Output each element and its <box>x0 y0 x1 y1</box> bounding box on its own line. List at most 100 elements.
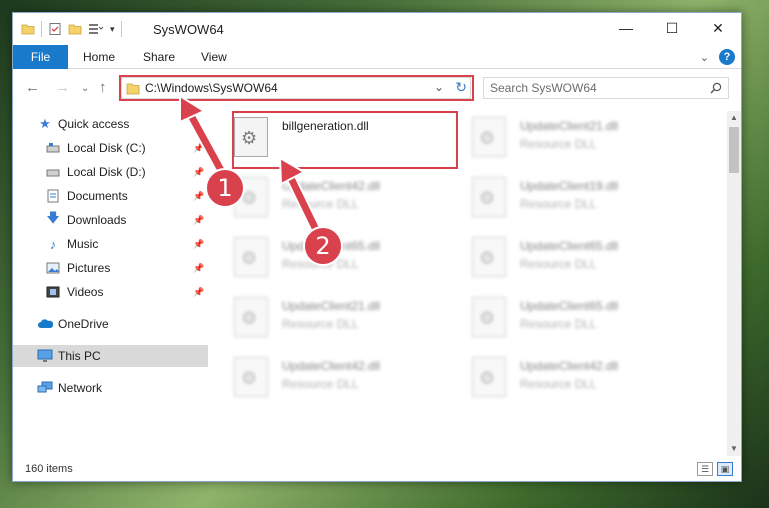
dll-file-icon: ⚙ <box>472 297 506 337</box>
tab-view[interactable]: View <box>201 45 227 69</box>
close-button[interactable]: ✕ <box>695 13 741 43</box>
forward-icon[interactable]: → <box>55 79 70 96</box>
sidebar-item-videos[interactable]: Videos 📌 <box>13 281 208 303</box>
details-view-icon[interactable]: ☰ <box>697 462 713 476</box>
sidebar-item-network[interactable]: Network <box>13 377 208 399</box>
new-folder-icon[interactable] <box>68 22 82 36</box>
sidebar-item-label: Quick access <box>58 117 130 131</box>
file-type: Resource DLL <box>520 137 597 151</box>
file-type: Resource DLL <box>520 257 597 271</box>
dll-file-icon: ⚙ <box>472 357 506 397</box>
navigation-bar: ← → ⌄ ↑ C:\Windows\SysWOW64 ⌄ ↻ Search S… <box>13 75 741 103</box>
sidebar-item-downloads[interactable]: 🡇 Downloads 📌 <box>13 209 208 231</box>
vertical-scrollbar[interactable]: ▲ ▼ <box>727 111 741 456</box>
ribbon-tabs: File Home Share View ⌄ ? <box>13 45 741 69</box>
ribbon-expand-icon[interactable]: ⌄ <box>700 51 709 64</box>
drive-icon <box>45 164 61 180</box>
star-icon: ★ <box>39 116 51 131</box>
pin-icon[interactable]: 📌 <box>193 239 204 250</box>
file-tile[interactable]: ⚙ UpdateClient21.dll Resource DLL <box>218 293 453 349</box>
address-highlight-box <box>119 75 474 101</box>
network-icon <box>37 380 53 396</box>
sidebar-item-label: Downloads <box>67 213 127 227</box>
sidebar-item-label: Pictures <box>67 261 111 275</box>
file-tile[interactable]: ⚙ UpdateClient42.dll Resource DLL <box>218 173 453 229</box>
file-highlight-box <box>232 111 458 169</box>
pin-icon[interactable]: 📌 <box>193 143 204 154</box>
customize-icon[interactable] <box>88 22 104 36</box>
file-type: Resource DLL <box>520 377 597 391</box>
file-tile[interactable]: ⚙ UpdateClient65.dll Resource DLL <box>456 233 691 289</box>
step-2-badge: 2 <box>303 226 343 266</box>
sidebar-item-pictures[interactable]: Pictures 📌 <box>13 257 208 279</box>
dll-file-icon: ⚙ <box>234 237 268 277</box>
pin-icon[interactable]: 📌 <box>193 263 204 274</box>
file-type: Resource DLL <box>282 197 359 211</box>
tab-file[interactable]: File <box>13 45 68 69</box>
navigation-pane: ★ Quick access Local Disk (C:) 📌 Local D… <box>13 111 208 456</box>
sidebar-item-label: This PC <box>58 349 101 363</box>
back-icon[interactable]: ← <box>25 79 40 96</box>
sidebar-item-label: OneDrive <box>58 317 109 331</box>
properties-icon[interactable] <box>48 22 62 36</box>
search-placeholder: Search SysWOW64 <box>490 81 597 95</box>
sidebar-item-onedrive[interactable]: OneDrive <box>13 313 208 335</box>
videos-icon <box>45 284 61 300</box>
scrollbar-thumb[interactable] <box>729 127 739 173</box>
folder-icon[interactable] <box>21 22 35 36</box>
ribbon-right-controls: ⌄ ? <box>700 49 735 65</box>
toolbar-separator <box>120 21 122 37</box>
pin-icon[interactable]: 📌 <box>193 215 204 226</box>
step-1-badge: 1 <box>205 168 245 208</box>
pin-icon[interactable]: 📌 <box>193 287 204 298</box>
help-icon[interactable]: ? <box>719 49 735 65</box>
sidebar-item-local-disk-d[interactable]: Local Disk (D:) 📌 <box>13 161 208 183</box>
file-type: Resource DLL <box>520 197 597 211</box>
file-tile[interactable]: ⚙ UpdateClient65.dll Resource DLL <box>456 293 691 349</box>
file-tile[interactable]: ⚙ UpdateClient21.dll Resource DLL <box>456 113 691 169</box>
file-name: UpdateClient21.dll <box>282 299 381 313</box>
file-name: UpdateClient42.dll <box>282 359 381 373</box>
recent-locations-icon[interactable]: ⌄ <box>81 83 89 94</box>
large-icons-view-icon[interactable]: ▣ <box>717 462 733 476</box>
sidebar-item-documents[interactable]: Documents 📌 <box>13 185 208 207</box>
file-name: UpdateClient65.dll <box>520 239 619 253</box>
scroll-down-icon[interactable]: ▼ <box>727 442 741 456</box>
file-name: UpdateClient21.dll <box>520 119 619 133</box>
dll-file-icon: ⚙ <box>472 237 506 277</box>
search-icon <box>710 82 722 94</box>
sidebar-item-quick-access[interactable]: ★ Quick access <box>13 113 208 135</box>
sidebar-item-music[interactable]: ♪ Music 📌 <box>13 233 208 255</box>
maximize-button[interactable]: ☐ <box>649 13 695 43</box>
gear-icon: ⚙ <box>241 308 258 328</box>
sidebar-item-this-pc[interactable]: This PC <box>13 345 208 367</box>
file-name: UpdateClient42.dll <box>520 359 619 373</box>
sidebar-item-label: Local Disk (D:) <box>67 165 146 179</box>
view-switcher: ☰ ▣ <box>697 462 733 476</box>
sidebar-item-local-disk-c[interactable]: Local Disk (C:) 📌 <box>13 137 208 159</box>
file-name: UpdateClient19.dll <box>520 179 619 193</box>
pin-icon[interactable]: 📌 <box>193 167 204 178</box>
file-tile[interactable]: ⚙ UpdateClient42.dll Resource DLL <box>218 353 453 409</box>
gear-icon: ⚙ <box>479 308 496 328</box>
search-input[interactable]: Search SysWOW64 <box>483 77 729 99</box>
tab-share[interactable]: Share <box>143 45 175 69</box>
pin-icon[interactable]: 📌 <box>193 191 204 202</box>
drive-icon <box>45 140 61 156</box>
chevron-down-icon[interactable]: ▾ <box>110 24 115 35</box>
gear-icon: ⚙ <box>479 248 496 268</box>
minimize-button[interactable]: — <box>603 13 649 43</box>
tab-home[interactable]: Home <box>83 45 115 69</box>
file-tile[interactable]: ⚙ UpdateClient19.dll Resource DLL <box>456 173 691 229</box>
dll-file-icon: ⚙ <box>472 117 506 157</box>
gear-icon: ⚙ <box>479 188 496 208</box>
scroll-up-icon[interactable]: ▲ <box>727 111 741 125</box>
up-icon[interactable]: ↑ <box>99 79 107 96</box>
file-tile[interactable]: ⚙ UpdateClient42.dll Resource DLL <box>456 353 691 409</box>
file-type: Resource DLL <box>282 377 359 391</box>
sidebar-item-label: Network <box>58 381 103 395</box>
sidebar-item-label: Documents <box>67 189 128 203</box>
gear-icon: ⚙ <box>479 128 496 148</box>
item-count: 160 items <box>25 463 73 475</box>
file-type: Resource DLL <box>282 317 359 331</box>
